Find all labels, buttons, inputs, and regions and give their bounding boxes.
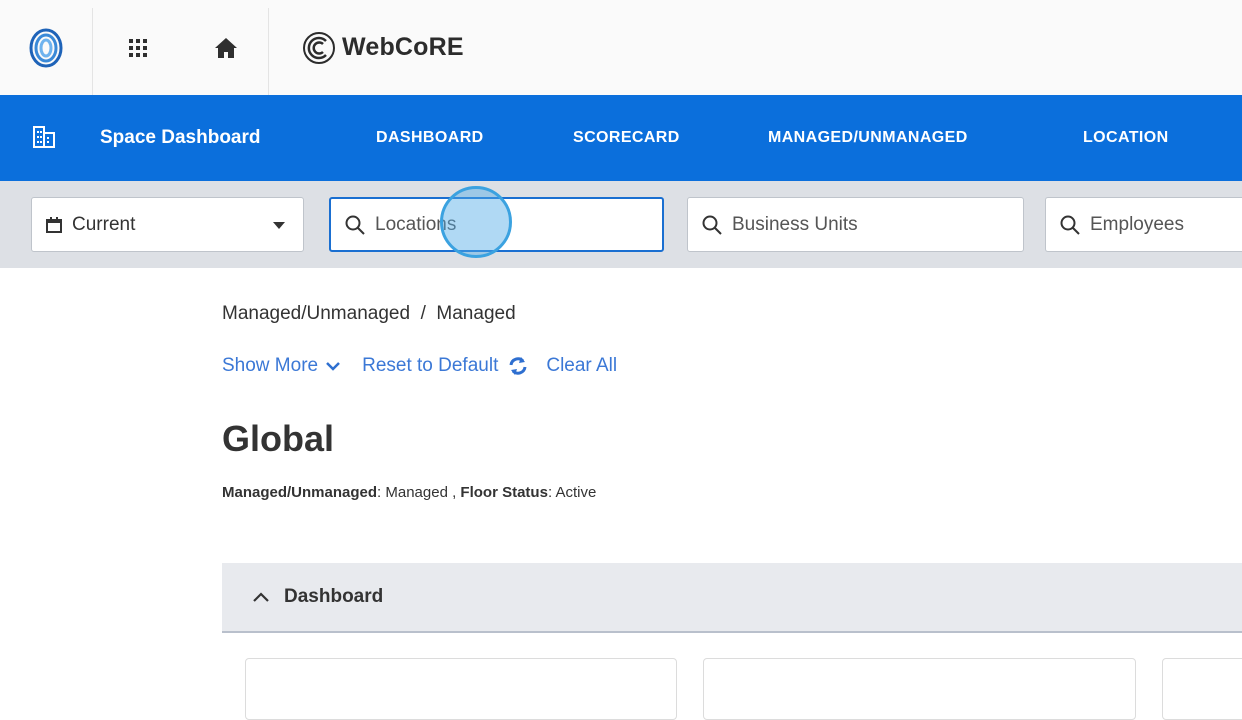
dashboard-card (1162, 658, 1242, 720)
search-icon (345, 215, 365, 235)
top-bar: WebCoRE (0, 0, 1242, 96)
reset-label: Reset to Default (362, 355, 499, 376)
show-more-link[interactable]: Show More (222, 355, 340, 377)
employees-input[interactable] (1090, 213, 1230, 236)
locations-input[interactable] (375, 213, 595, 236)
nav-link-managed-unmanaged[interactable]: MANAGED/UNMANAGED (768, 95, 968, 181)
home-icon (214, 37, 237, 58)
nav-link-scorecard[interactable]: SCORECARD (573, 95, 680, 181)
dashboard-card (245, 658, 677, 720)
calendar-icon (46, 216, 62, 233)
apps-grid-icon (129, 38, 147, 57)
filter-value-floor-status: : Active (547, 484, 597, 501)
nav-link-location[interactable]: LOCATION (1083, 95, 1169, 181)
business-units-input[interactable] (732, 213, 952, 236)
webcore-logo-icon (303, 31, 335, 64)
brand-name: WebCoRE (342, 33, 464, 61)
period-value: Current (72, 213, 136, 235)
home-button[interactable] (183, 0, 268, 95)
chevron-up-icon (253, 592, 269, 602)
refresh-icon (509, 357, 527, 375)
reset-to-default-link[interactable]: Reset to Default (362, 355, 528, 377)
main-nav: Space Dashboard DASHBOARD SCORECARD MANA… (0, 95, 1242, 181)
applied-filters: Managed/Unmanaged: Managed , Floor Statu… (222, 484, 596, 501)
search-icon (1060, 215, 1080, 235)
nav-title[interactable]: Space Dashboard (100, 95, 261, 181)
nav-link-dashboard[interactable]: DASHBOARD (376, 95, 484, 181)
building-icon (33, 126, 55, 148)
clear-all-link[interactable]: Clear All (546, 355, 617, 377)
apps-button[interactable] (93, 0, 183, 95)
panel-title: Dashboard (284, 586, 384, 607)
dashboard-panel-header[interactable]: Dashboard (222, 563, 1242, 633)
dashboard-card (703, 658, 1136, 720)
filter-value-managed: : Managed , (377, 484, 457, 501)
employees-search[interactable] (1045, 197, 1242, 252)
filter-actions: Show More Reset to Default Clear All (222, 355, 617, 377)
filter-label-managed: Managed/Unmanaged (222, 484, 378, 501)
page-title: Global (222, 418, 335, 459)
chevron-down-icon (326, 362, 340, 371)
locations-search[interactable] (329, 197, 664, 252)
business-units-search[interactable] (687, 197, 1024, 252)
dropdown-caret-icon (273, 222, 285, 229)
swirl-logo-icon (29, 28, 63, 67)
show-more-label: Show More (222, 355, 319, 376)
brand: WebCoRE (302, 0, 464, 95)
breadcrumb: Managed/Unmanaged / Managed (222, 303, 516, 324)
period-select[interactable]: Current (31, 197, 304, 252)
filter-label-floor-status: Floor Status (460, 484, 548, 501)
search-icon (702, 215, 722, 235)
filter-bar: Current (0, 181, 1242, 268)
app-logo[interactable] (0, 0, 92, 95)
